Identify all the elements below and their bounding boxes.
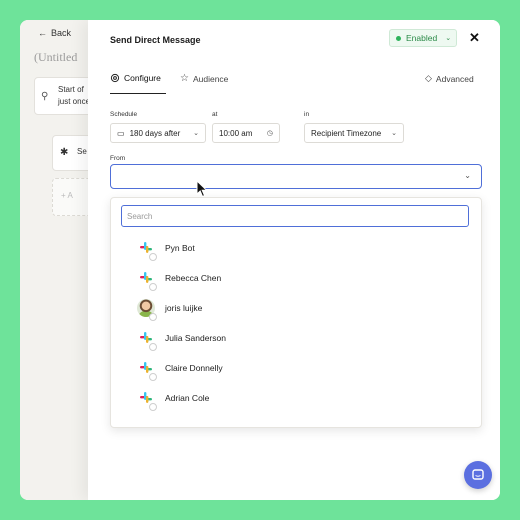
slack-icon	[137, 269, 157, 291]
tab-audience-label: Audience	[192, 73, 229, 84]
presence-dot	[149, 313, 157, 321]
slack-icon: ✱	[60, 147, 69, 158]
option-name: Claire Donnelly	[165, 363, 223, 373]
search-input[interactable]	[121, 205, 469, 227]
time-input[interactable]: 10:00 am ◷	[212, 123, 280, 143]
arrow-left-icon: ←	[38, 28, 47, 38]
chevron-down-icon: ⌄	[464, 171, 471, 180]
active-tab-indicator	[110, 93, 166, 94]
status-label: Enabled	[406, 33, 438, 43]
option-julia-sanderson[interactable]: Julia Sanderson	[137, 327, 467, 351]
at-label: at	[212, 111, 218, 118]
tab-advanced-label: Advanced	[435, 73, 474, 84]
user-avatar	[137, 299, 157, 321]
presence-dot	[149, 283, 157, 291]
chevron-down-icon: ⌄	[445, 35, 452, 42]
option-adrian-cole[interactable]: Adrian Cole	[137, 387, 467, 411]
option-name: Adrian Cole	[165, 393, 210, 403]
chat-icon	[472, 469, 484, 480]
chevron-down-icon: ⌄	[391, 130, 397, 137]
presence-dot	[149, 253, 157, 261]
back-label: Back	[51, 28, 72, 38]
chevron-down-icon: ⌄	[193, 130, 199, 137]
slack-icon	[137, 389, 157, 411]
tab-advanced[interactable]: ◇ Advanced	[425, 73, 474, 84]
option-rebecca-chen[interactable]: Rebecca Chen	[137, 267, 467, 291]
diamond-icon: ◇	[425, 73, 432, 83]
slack-icon	[137, 359, 157, 381]
option-joris-luijke[interactable]: joris luijke	[137, 297, 467, 321]
step-label: Se	[77, 147, 87, 156]
tab-bar: Configure ☆ Audience ◇ Advanced	[110, 73, 482, 93]
from-select[interactable]: ⌄	[110, 164, 482, 189]
tab-audience[interactable]: ☆ Audience	[180, 73, 228, 84]
presence-dot	[149, 373, 157, 381]
rocket-icon: ⚲	[41, 91, 49, 102]
flow-title: (Untitled	[34, 50, 78, 64]
option-name: Pyn Bot	[165, 243, 195, 253]
trigger-line-1: Start of	[58, 85, 84, 94]
chat-launcher-button[interactable]	[464, 461, 492, 489]
send-dm-panel: Send Direct Message Enabled ⌄ ✕ Configur…	[88, 20, 500, 500]
option-name: Julia Sanderson	[165, 333, 226, 343]
trigger-line-2: just once	[58, 97, 91, 106]
calendar-icon: ▭	[117, 128, 125, 138]
option-claire-donnelly[interactable]: Claire Donnelly	[137, 357, 467, 381]
in-label: in	[304, 111, 310, 118]
tab-configure-label: Configure	[124, 73, 161, 83]
schedule-label: Schedule	[110, 111, 138, 118]
status-dot	[396, 35, 401, 41]
option-name: joris luijke	[165, 303, 203, 313]
timezone-value: Recipient Timezone	[311, 128, 382, 138]
tab-configure[interactable]: Configure	[110, 73, 161, 83]
time-value: 10:00 am	[219, 128, 253, 138]
app-window: ← Back (Untitled ⚲ Start of just once ✱ …	[20, 20, 500, 500]
timezone-select[interactable]: Recipient Timezone ⌄	[304, 123, 404, 143]
slack-icon	[137, 329, 157, 351]
delay-select[interactable]: ▭ 180 days after ⌄	[110, 123, 206, 143]
mouse-cursor-icon	[196, 180, 208, 198]
delay-value: 180 days after	[129, 128, 181, 138]
presence-dot	[149, 403, 157, 411]
add-step-label: + A	[61, 191, 73, 200]
option-pyn-bot[interactable]: Pyn Bot	[137, 237, 467, 261]
close-button[interactable]: ✕	[469, 30, 480, 46]
clock-icon: ◷	[266, 130, 273, 137]
panel-title: Send Direct Message	[110, 35, 201, 45]
slack-icon	[137, 239, 157, 261]
from-label: From	[110, 155, 126, 162]
status-dropdown[interactable]: Enabled ⌄	[389, 29, 457, 47]
from-dropdown: Pyn Bot Rebecca Chen joris luijke	[110, 197, 482, 428]
presence-dot	[149, 343, 157, 351]
option-name: Rebecca Chen	[165, 273, 222, 283]
star-icon: ☆	[180, 73, 189, 84]
back-button[interactable]: ← Back	[38, 28, 71, 38]
gear-icon	[110, 73, 120, 83]
